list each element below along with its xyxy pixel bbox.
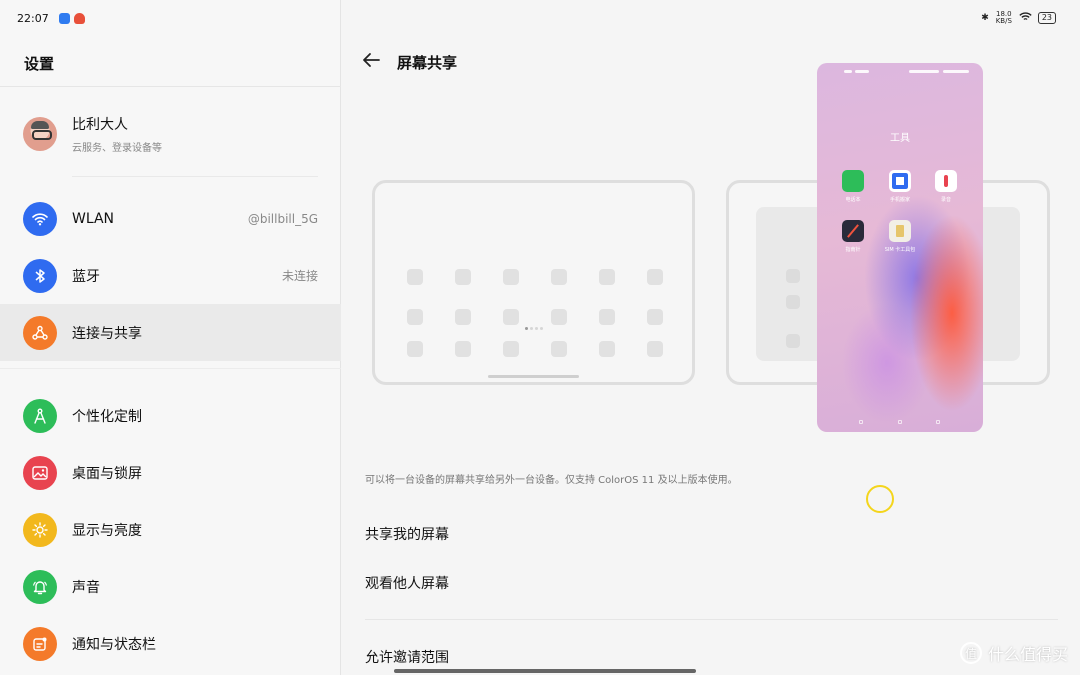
divider [0, 368, 341, 369]
phone-app-sim-toolkit: SIM 卡工具包 [880, 220, 920, 253]
sidebar-item-label: 连接与共享 [72, 325, 142, 342]
settings-sidebar: 22:07 设置 比利大人 云服务、登录设备等 WLAN @billbill_5… [0, 0, 341, 675]
phone-nav-bar [817, 420, 983, 426]
sidebar-item-label: 显示与亮度 [72, 522, 142, 539]
sidebar-item-personalization[interactable]: 个性化定制 [0, 387, 341, 444]
bluetooth-icon [23, 258, 57, 293]
sidebar-item-wlan[interactable]: WLAN @billbill_5G [0, 190, 341, 247]
sidebar-item-label: 声音 [72, 579, 100, 596]
phone-app-label: 录音 [940, 197, 951, 203]
clock: 22:07 [17, 11, 49, 25]
notification-icon [23, 626, 57, 661]
phone-clone-icon [889, 170, 911, 192]
phone-app-recorder: 录音 [926, 170, 966, 203]
sidebar-item-bluetooth[interactable]: 蓝牙 未连接 [0, 247, 341, 304]
status-bar-left: 22:07 [17, 11, 85, 25]
sidebar-item-desktop-lockscreen[interactable]: 桌面与锁屏 [0, 444, 341, 501]
image-icon [23, 455, 57, 490]
sidebar-item-label: WLAN [72, 210, 115, 227]
account-profile[interactable]: 比利大人 云服务、登录设备等 [23, 112, 323, 156]
network-speed: 18.0 KB/S [995, 10, 1012, 25]
back-arrow-icon[interactable] [361, 49, 385, 73]
app-grid-placeholder [407, 341, 663, 357]
sun-icon [23, 512, 57, 547]
app-placeholder [786, 269, 800, 283]
bluetooth-status-icon: ✱ [981, 13, 989, 23]
status-bar-right: ✱ 18.0 KB/S 23 [981, 11, 1056, 25]
page-indicator [525, 327, 545, 330]
screen-sharing-page: ✱ 18.0 KB/S 23 屏幕共享 工具 电话本 手机搬家 录音 指南针 S… [342, 0, 1080, 675]
page-title: 屏幕共享 [397, 54, 458, 72]
phone-illustration: 工具 电话本 手机搬家 录音 指南针 SIM 卡工具包 [817, 63, 983, 432]
app-notification-icon [58, 12, 70, 24]
divider [72, 176, 318, 177]
wifi-status-icon [1019, 11, 1032, 25]
watch-others-screen-option[interactable]: 观看他人屏幕 [365, 573, 449, 593]
profile-subtitle: 云服务、登录设备等 [72, 143, 162, 154]
phone-app-contacts: 电话本 [833, 170, 873, 203]
phone-app-label: 手机搬家 [889, 197, 910, 203]
gesture-home-bar[interactable] [394, 669, 696, 673]
tablet-illustration [372, 180, 695, 385]
sidebar-item-label: 个性化定制 [72, 408, 142, 425]
divider [365, 619, 1058, 620]
watermark-logo: 值 [959, 642, 982, 664]
phone-app-label: SIM 卡工具包 [884, 247, 916, 253]
bell-icon [23, 569, 57, 604]
wifi-icon [23, 201, 57, 236]
phone-app-label: 指南针 [845, 247, 861, 253]
compass-icon [23, 398, 57, 433]
sidebar-item-label: 桌面与锁屏 [72, 465, 142, 482]
phone-app-label: 电话本 [845, 197, 861, 203]
share-my-screen-option[interactable]: 共享我的屏幕 [365, 524, 449, 544]
sim-card-icon [889, 220, 911, 242]
phone-app-clone: 手机搬家 [880, 170, 920, 203]
phone-folder-title: 工具 [890, 133, 910, 144]
sidebar-item-connection-sharing[interactable]: 连接与共享 [0, 304, 341, 361]
sidebar-item-notifications[interactable]: 通知与状态栏 [0, 615, 341, 672]
recorder-icon [935, 170, 957, 192]
app-placeholder [786, 295, 800, 309]
sidebar-item-label: 蓝牙 [72, 268, 100, 285]
contacts-icon [842, 170, 864, 192]
sidebar-item-label: 通知与状态栏 [72, 636, 156, 653]
wlan-network-name: @billbill_5G [247, 211, 318, 226]
compass-app-icon [842, 220, 864, 242]
settings-title: 设置 [24, 55, 55, 73]
phone-app-compass: 指南针 [833, 220, 873, 253]
watermark-text: 什么值得买 [987, 645, 1068, 664]
divider [0, 86, 341, 87]
app-grid-placeholder [407, 269, 663, 325]
battery-indicator: 23 [1037, 12, 1056, 24]
sidebar-item-sound[interactable]: 声音 [0, 558, 341, 615]
feature-description: 可以将一台设备的屏幕共享给另外一台设备。仅支持 ColorOS 11 及以上版本… [365, 475, 738, 486]
touch-cursor-indicator [866, 485, 894, 513]
game-notification-icon [73, 12, 85, 24]
share-icon [23, 315, 57, 350]
profile-name: 比利大人 [72, 117, 128, 133]
sidebar-item-display-brightness[interactable]: 显示与亮度 [0, 501, 341, 558]
invite-scope-option[interactable]: 允许邀请范围 [365, 647, 449, 667]
phone-status-bar [817, 70, 983, 78]
app-placeholder [786, 334, 800, 348]
home-indicator [488, 375, 579, 378]
bluetooth-status: 未连接 [281, 269, 318, 283]
avatar [23, 117, 57, 151]
watermark: 值 什么值得买 [959, 641, 1068, 665]
